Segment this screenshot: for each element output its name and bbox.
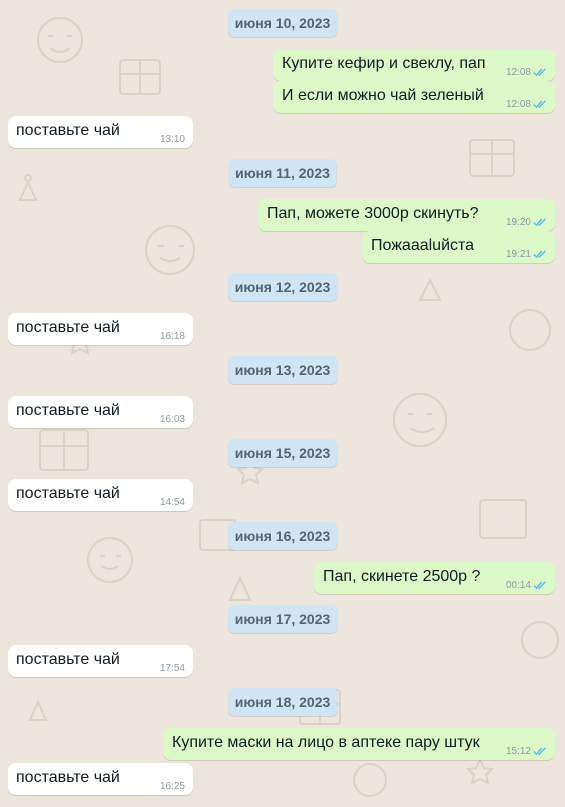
message-time: 16:03 — [159, 414, 185, 425]
message-meta: 00:14 — [506, 580, 547, 591]
message-text: Пап, можете 3000р скинуть? — [267, 205, 479, 222]
date-separator: июня 13, 2023 — [227, 356, 338, 384]
incoming-message[interactable]: поставьте чай 16:25 — [8, 763, 193, 795]
message-time: 16:25 — [159, 781, 185, 792]
message-time: 19:20 — [505, 217, 531, 228]
message-meta: 12:08 — [506, 67, 547, 78]
message-time: 16:18 — [159, 331, 185, 342]
message-text: поставьте чай — [16, 651, 120, 668]
message-meta: 19:21 — [506, 249, 547, 260]
message-meta: 19:20 — [506, 217, 547, 228]
message-text: Купите кефир и свеклу, пап — [282, 55, 486, 72]
date-separator: июня 12, 2023 — [227, 273, 338, 301]
date-separator: июня 18, 2023 — [227, 688, 338, 716]
message-time: 15:12 — [505, 746, 531, 757]
message-text: поставьте чай — [16, 402, 120, 419]
outgoing-message[interactable]: Купите маски на лицо в аптеке пару штук … — [163, 728, 555, 760]
message-text: Пожаааluйста — [371, 237, 475, 254]
read-receipt-icon — [533, 250, 546, 259]
message-time: 14:54 — [159, 497, 185, 508]
outgoing-message[interactable]: Пап, можете 3000р скинуть? 19:20 — [258, 199, 555, 231]
chat-area[interactable]: июня 10, 2023 Купите кефир и свеклу, пап… — [0, 0, 565, 807]
incoming-message[interactable]: поставьте чай 16:03 — [8, 396, 193, 428]
message-time: 17:54 — [159, 663, 185, 674]
message-text: И если можно чай зеленый — [282, 87, 484, 104]
date-separator: июня 15, 2023 — [227, 439, 338, 467]
message-time: 00:14 — [505, 580, 531, 591]
message-text: Купите маски на лицо в аптеке пару штук — [172, 734, 480, 751]
message-time: 19:21 — [505, 249, 531, 260]
message-text: поставьте чай — [16, 122, 120, 139]
incoming-message[interactable]: поставьте чай 14:54 — [8, 479, 193, 511]
date-separator: июня 11, 2023 — [228, 159, 337, 187]
message-text: Пап, скинете 2500р ? — [323, 568, 481, 585]
message-time: 12:08 — [505, 99, 531, 110]
outgoing-message[interactable]: Пожаааluйста 19:21 — [362, 231, 555, 263]
outgoing-message[interactable]: Купите кефир и свеклу, пап 12:08 — [273, 49, 555, 81]
read-receipt-icon — [533, 100, 546, 109]
outgoing-message[interactable]: И если можно чай зеленый 12:08 — [273, 81, 555, 113]
message-meta: 15:12 — [506, 746, 547, 757]
date-separator: июня 17, 2023 — [227, 605, 338, 633]
message-meta: 12:08 — [506, 99, 547, 110]
read-receipt-icon — [533, 218, 546, 227]
incoming-message[interactable]: поставьте чай 16:18 — [8, 313, 193, 345]
date-separator: июня 10, 2023 — [227, 9, 338, 37]
incoming-message[interactable]: поставьте чай 17:54 — [8, 645, 193, 677]
message-text: поставьте чай — [16, 769, 120, 786]
message-time: 12:08 — [505, 67, 531, 78]
message-text: поставьте чай — [16, 319, 120, 336]
message-time: 13:10 — [159, 134, 185, 145]
date-separator: июня 16, 2023 — [227, 522, 338, 550]
read-receipt-icon — [533, 581, 546, 590]
read-receipt-icon — [533, 68, 546, 77]
message-text: поставьте чай — [16, 485, 120, 502]
outgoing-message[interactable]: Пап, скинете 2500р ? 00:14 — [314, 562, 555, 594]
incoming-message[interactable]: поставьте чай 13:10 — [8, 116, 193, 148]
read-receipt-icon — [533, 747, 546, 756]
